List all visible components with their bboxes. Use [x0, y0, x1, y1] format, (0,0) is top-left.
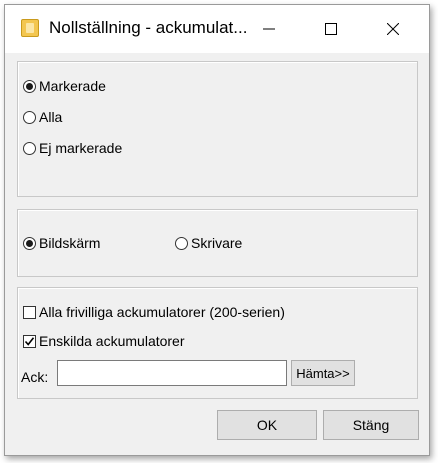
minimize-button[interactable]: [247, 5, 291, 53]
checkbox[interactable]: [23, 305, 36, 319]
minimize-icon: [263, 28, 275, 30]
radio-button-checked[interactable]: [23, 79, 36, 93]
ack-input[interactable]: [57, 360, 287, 386]
radio-button-checked[interactable]: [23, 236, 36, 250]
radio-button[interactable]: [23, 110, 36, 124]
window-title: Nollställning - ackumulat...: [49, 18, 248, 37]
radio-markerade-label: Markerade: [39, 78, 106, 94]
radio-ej-markerade-label: Ej markerade: [39, 140, 123, 156]
radio-markerade[interactable]: Markerade: [23, 78, 106, 94]
radio-skrivare-label: Skrivare: [191, 235, 243, 251]
maximize-icon: [325, 23, 337, 35]
fetch-button[interactable]: Hämta>>: [291, 360, 355, 386]
maximize-button[interactable]: [309, 5, 353, 53]
checkbox-checked[interactable]: [23, 334, 36, 348]
radio-alla-label: Alla: [39, 109, 63, 125]
ok-button[interactable]: OK: [217, 410, 317, 440]
radio-skrivare[interactable]: Skrivare: [175, 235, 242, 251]
dialog-window: Nollställning - ackumulat... Markerade A…: [4, 4, 430, 456]
radio-button[interactable]: [23, 141, 36, 155]
radio-ej-markerade[interactable]: Ej markerade: [23, 140, 122, 156]
radio-button[interactable]: [175, 236, 188, 250]
radio-alla[interactable]: Alla: [23, 109, 62, 125]
close-dialog-button[interactable]: Stäng: [323, 410, 419, 440]
close-button[interactable]: [371, 5, 415, 53]
checkbox-individual-label: Enskilda ackumulatorer: [39, 333, 185, 349]
checkbox-all-voluntary-label: Alla frivilliga ackumulatorer (200-serie…: [39, 304, 285, 320]
radio-bildskarm[interactable]: Bildskärm: [23, 235, 100, 251]
radio-bildskarm-label: Bildskärm: [39, 235, 101, 251]
close-icon: [387, 23, 399, 35]
checkmark-icon: [24, 336, 35, 346]
checkbox-all-voluntary[interactable]: Alla frivilliga ackumulatorer (200-serie…: [23, 304, 285, 320]
title-bar[interactable]: Nollställning - ackumulat...: [5, 5, 429, 53]
app-icon: [21, 19, 39, 37]
ack-label: Ack:: [21, 369, 49, 385]
checkbox-individual[interactable]: Enskilda ackumulatorer: [23, 333, 185, 349]
